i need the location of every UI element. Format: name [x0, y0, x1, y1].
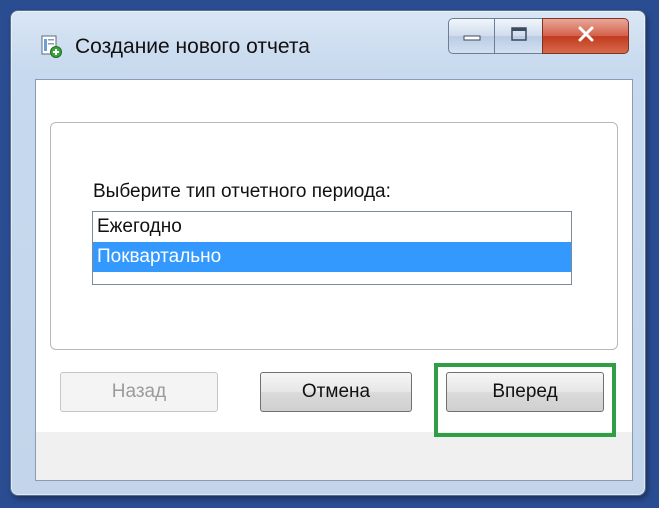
minimize-icon: [462, 27, 482, 46]
dialog-body: Выберите тип отчетного периода: Ежегодно…: [35, 79, 633, 481]
maximize-icon: [509, 26, 529, 47]
next-button-highlight-frame: [434, 363, 616, 437]
footer-bar: [36, 432, 632, 480]
period-groupbox: Выберите тип отчетного периода: Ежегодно…: [50, 122, 618, 350]
period-option-quarterly[interactable]: Поквартально: [93, 242, 571, 272]
close-button[interactable]: [542, 18, 629, 54]
dialog-window: Создание нового отчета Выберите тип отче…: [10, 10, 646, 496]
report-add-icon: [41, 35, 63, 59]
period-type-listbox[interactable]: Ежегодно Поквартально: [92, 211, 572, 285]
period-prompt-label: Выберите тип отчетного периода:: [93, 181, 391, 202]
period-option-yearly[interactable]: Ежегодно: [93, 212, 571, 242]
minimize-button[interactable]: [448, 18, 495, 54]
caption-buttons: [448, 18, 629, 56]
back-button[interactable]: Назад: [60, 372, 218, 412]
window-title: Создание нового отчета: [75, 35, 310, 58]
maximize-button[interactable]: [495, 18, 542, 54]
title-bar[interactable]: Создание нового отчета: [11, 11, 645, 79]
cancel-button[interactable]: Отмена: [260, 372, 412, 412]
close-icon: [577, 26, 595, 47]
